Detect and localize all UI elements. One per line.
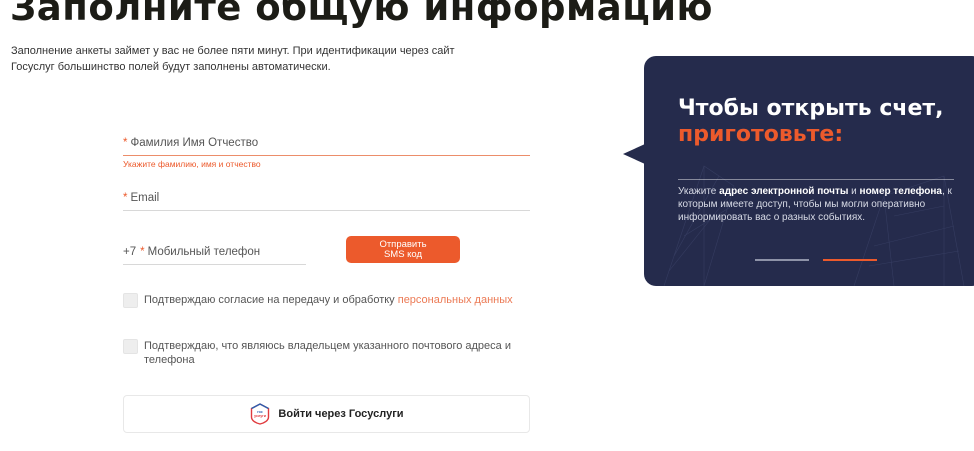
gosuslugi-logo-icon: гос услуги xyxy=(251,403,270,425)
phone-prefix: +7 xyxy=(123,246,137,258)
gosuslugi-logo-text-2: услуги xyxy=(254,414,266,418)
full-name-error: Укажите фамилию, имя и отчество xyxy=(123,159,261,169)
phone-label: +7 * Мобильный телефон xyxy=(123,246,306,258)
carousel-indicator-1[interactable] xyxy=(755,259,809,261)
email-label: * Email xyxy=(123,192,530,204)
email-underline xyxy=(123,210,530,211)
send-sms-code-button[interactable]: Отправить SMS код xyxy=(346,236,460,263)
consent-checkbox[interactable] xyxy=(123,293,138,308)
info-card-text: Укажите адрес электронной почты и номер … xyxy=(678,185,953,224)
required-mark: * xyxy=(123,137,128,149)
phone-field[interactable]: +7 * Мобильный телефон xyxy=(123,246,306,265)
info-card-pointer xyxy=(623,144,645,164)
gosuslugi-login-label: Войти через Госуслуги xyxy=(278,408,404,420)
info-text-part2: и xyxy=(848,186,860,197)
full-name-label-text: Фамилия Имя Отчество xyxy=(130,137,259,149)
info-card: Чтобы открыть счет, приготовьте: Укажите … xyxy=(644,56,974,286)
email-label-text: Email xyxy=(130,192,160,204)
owner-confirm-text: Подтверждаю, что являюсь владельцем указ… xyxy=(144,340,511,366)
required-mark: * xyxy=(123,192,128,204)
info-text-email-bold: адрес электронной почты xyxy=(719,186,849,197)
owner-confirm-checkbox[interactable] xyxy=(123,339,138,354)
consent-text-main: Подтверждаю согласие на передачу и обраб… xyxy=(144,294,398,306)
info-text-phone-bold: номер телефона xyxy=(859,186,942,197)
full-name-label: * Фамилия Имя Отчество xyxy=(123,137,530,149)
page-title: Заполните общую информацию xyxy=(10,0,714,29)
consent-text: Подтверждаю согласие на передачу и обраб… xyxy=(144,293,514,307)
full-name-underline xyxy=(123,155,530,156)
info-card-title-accent: приготовьте: xyxy=(678,122,844,147)
carousel-indicator-2[interactable] xyxy=(823,259,877,261)
required-mark: * xyxy=(140,246,145,258)
info-card-title-line1: Чтобы открыть счет, xyxy=(678,96,944,121)
full-name-field[interactable]: * Фамилия Имя Отчество Укажите фамилию, и… xyxy=(123,137,530,169)
personal-data-link[interactable]: персональных данных xyxy=(398,294,513,306)
info-card-divider xyxy=(678,179,954,180)
gosuslugi-login-button[interactable]: гос услуги Войти через Госуслуги xyxy=(123,395,530,433)
phone-label-text: Мобильный телефон xyxy=(147,246,261,258)
intro-text: Заполнение анкеты займет у вас не более … xyxy=(11,45,455,73)
card-background-pattern xyxy=(663,165,965,286)
info-text-part1: Укажите xyxy=(678,186,720,197)
phone-underline xyxy=(123,264,306,265)
email-field[interactable]: * Email xyxy=(123,192,530,211)
send-sms-line2: SMS код xyxy=(383,249,423,260)
info-card-title: Чтобы открыть счет, приготовьте: xyxy=(678,96,944,148)
